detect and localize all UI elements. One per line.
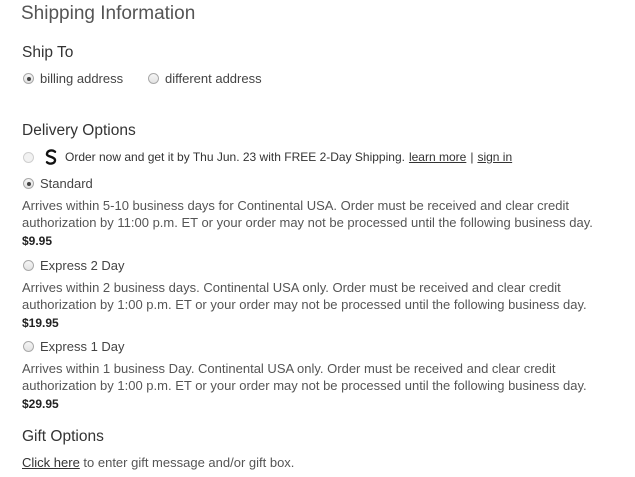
promo-row: Order now and get it by Thu Jun. 23 with… <box>23 148 512 166</box>
radio-button[interactable] <box>148 73 159 84</box>
promo-text: Order now and get it by Thu Jun. 23 with… <box>65 150 405 164</box>
gift-options-text: to enter gift message and/or gift box. <box>79 455 295 470</box>
standard-description-line-2: authorization by 11:00 p.m. ET or your o… <box>22 215 593 230</box>
link-separator: | <box>470 150 474 164</box>
radio-label: billing address <box>40 71 124 86</box>
radio-different-address[interactable]: different address <box>148 71 262 86</box>
radio-label: Express 1 Day <box>40 339 125 354</box>
express-2-day-description-line-1: Arrives within 2 business days. Continen… <box>22 280 561 295</box>
radio-express-2-day[interactable]: Express 2 Day <box>23 258 125 273</box>
radio-button[interactable] <box>23 341 34 352</box>
ship-to-heading: Ship To <box>22 44 74 61</box>
gift-options-row: Click here to enter gift message and/or … <box>22 454 294 471</box>
standard-price: $9.95 <box>22 234 53 248</box>
gift-click-here-link[interactable]: Click here <box>22 455 80 470</box>
radio-express-1-day[interactable]: Express 1 Day <box>23 339 125 354</box>
radio-label: Standard <box>40 176 93 191</box>
learn-more-link[interactable]: learn more <box>409 150 466 164</box>
express-1-day-description-line-2: authorization by 1:00 p.m. ET or your or… <box>22 378 587 393</box>
page-title: Shipping Information <box>21 3 196 24</box>
radio-button[interactable] <box>23 260 34 271</box>
radio-label: Express 2 Day <box>40 258 125 273</box>
express-2-day-description-line-2: authorization by 1:00 p.m. ET or your or… <box>22 297 587 312</box>
delivery-options-heading: Delivery Options <box>22 122 136 139</box>
s-logo-icon <box>45 149 57 165</box>
radio-standard[interactable]: Standard <box>23 176 93 191</box>
radio-button[interactable] <box>23 178 34 189</box>
express-2-day-price: $19.95 <box>22 316 59 330</box>
radio-billing-address[interactable]: billing address <box>23 71 123 86</box>
radio-button[interactable] <box>23 73 34 84</box>
express-1-day-description-line-1: Arrives within 1 business Day. Continent… <box>22 361 556 376</box>
gift-options-heading: Gift Options <box>22 428 104 445</box>
standard-description-line-1: Arrives within 5-10 business days for Co… <box>22 198 569 213</box>
sign-in-link[interactable]: sign in <box>477 150 512 164</box>
radio-label: different address <box>165 71 262 86</box>
radio-button-disabled <box>23 151 34 163</box>
express-1-day-price: $29.95 <box>22 397 59 411</box>
